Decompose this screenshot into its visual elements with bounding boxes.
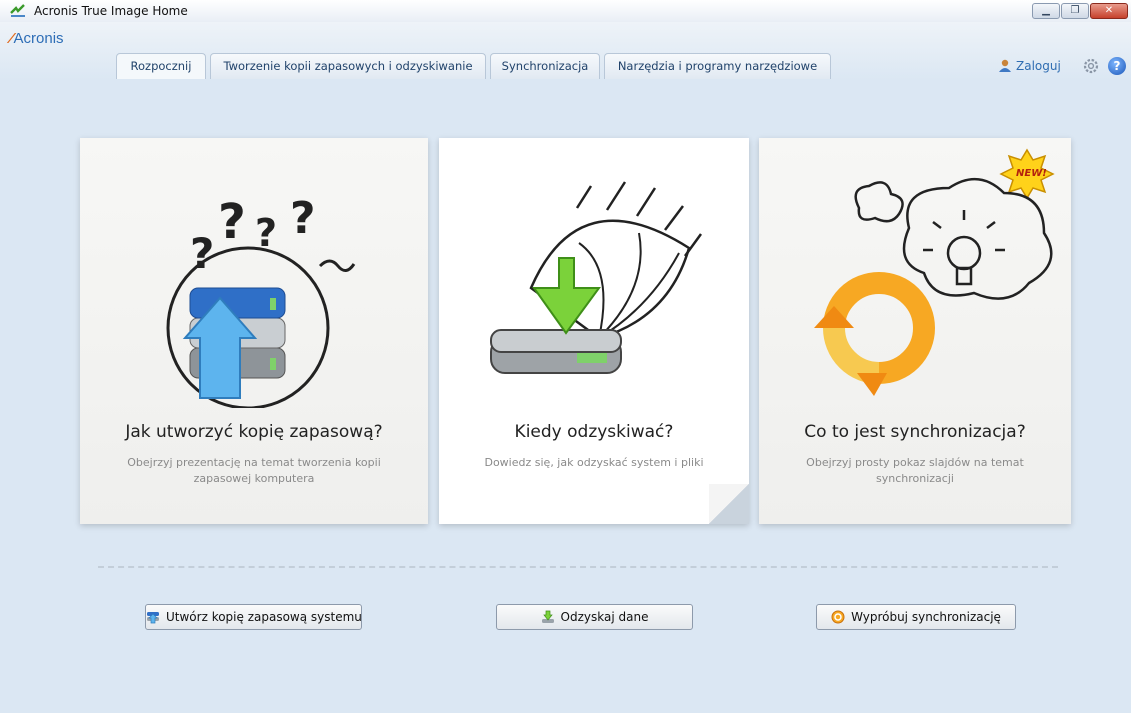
- app-icon: [10, 4, 25, 17]
- tab-tools[interactable]: Narzędzia i programy narzędziowe: [604, 53, 831, 79]
- login-label: Zaloguj: [1016, 59, 1061, 73]
- sync-icon: [831, 610, 845, 624]
- svg-text:?: ?: [190, 229, 214, 278]
- user-icon: [999, 59, 1011, 72]
- window-title: Acronis True Image Home: [34, 4, 188, 18]
- gear-icon[interactable]: [1082, 57, 1100, 75]
- recovery-umbrella-illustration: [490, 181, 703, 374]
- card-description: Obejrzyj prezentację na temat tworzenia …: [127, 456, 381, 485]
- try-sync-button[interactable]: Wypróbuj synchronizację: [816, 604, 1016, 630]
- card-title: Co to jest synchronizacja?: [804, 422, 1026, 442]
- card-how-to-backup[interactable]: ? ? ? ? Jak utworzyć kopię zapasową? Obe…: [80, 138, 428, 524]
- svg-text:?: ?: [255, 211, 277, 255]
- button-label: Utwórz kopię zapasową systemu: [166, 610, 362, 624]
- logo-swoosh-icon: ⁄: [10, 30, 13, 47]
- create-system-backup-button[interactable]: Utwórz kopię zapasową systemu: [145, 604, 362, 630]
- new-badge: NEW!: [1016, 168, 1047, 179]
- acronis-logo: ⁄Acronis: [10, 30, 64, 47]
- help-icon[interactable]: ?: [1108, 57, 1126, 75]
- backup-icon: [147, 612, 159, 624]
- window-title-bar: Acronis True Image Home ▁ ❐ ✕: [0, 0, 1131, 23]
- dashed-divider: [98, 566, 1058, 568]
- recover-icon: [541, 610, 554, 623]
- tab-synchronization[interactable]: Synchronizacja: [490, 53, 600, 79]
- tab-rozpocznij[interactable]: Rozpocznij: [116, 53, 206, 79]
- svg-text:?: ?: [218, 194, 246, 250]
- button-label: Odzyskaj dane: [560, 610, 649, 624]
- logo-text: Acronis: [13, 30, 64, 47]
- backup-drives-illustration: ? ? ? ?: [166, 193, 356, 408]
- tab-backup-recovery[interactable]: Tworzenie kopii zapasowych i odzyskiwani…: [210, 53, 486, 79]
- card-when-to-recover[interactable]: Kiedy odzyskiwać? Dowiedz się, jak odzys…: [439, 138, 749, 524]
- close-button[interactable]: ✕: [1090, 3, 1128, 19]
- button-label: Wypróbuj synchronizację: [851, 610, 1001, 624]
- page-curl: [709, 484, 749, 524]
- card-description: Obejrzyj prosty pokaz slajdów na temat s…: [806, 456, 1024, 485]
- maximize-button[interactable]: ❐: [1061, 3, 1089, 19]
- login-link[interactable]: Zaloguj: [998, 59, 1061, 73]
- card-title: Kiedy odzyskiwać?: [514, 422, 674, 442]
- card-what-is-sync[interactable]: NEW! Co to jest synchronizacja? Obejrzyj…: [759, 138, 1071, 524]
- card-description: Dowiedz się, jak odzyskać system i pliki: [484, 456, 704, 469]
- recover-data-button[interactable]: Odzyskaj dane: [496, 604, 693, 630]
- svg-text:?: ?: [290, 193, 316, 244]
- card-title: Jak utworzyć kopię zapasową?: [125, 422, 383, 442]
- minimize-button[interactable]: ▁: [1032, 3, 1060, 19]
